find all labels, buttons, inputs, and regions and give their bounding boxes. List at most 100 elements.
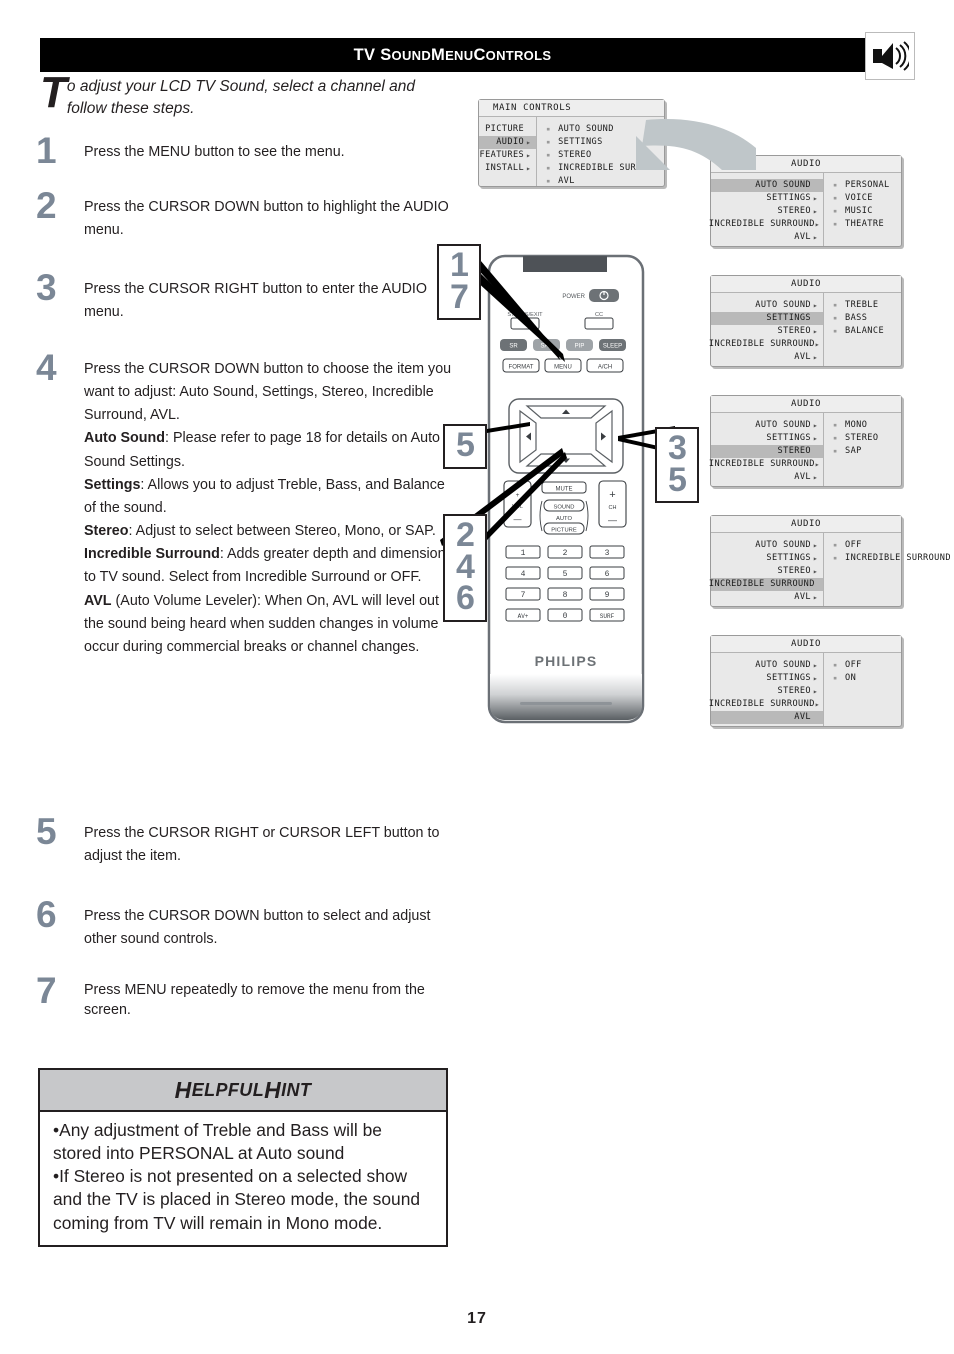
osd-item-label: AVL xyxy=(794,592,811,602)
osd-subitem[interactable]: ▪ MONO xyxy=(833,419,901,432)
osd-subitem-label: MUSIC xyxy=(845,206,873,216)
osd-item-stereo[interactable]: STEREO ▸ xyxy=(711,685,823,698)
page-header-bar: TV S OUND M ENU C ONTROLS xyxy=(40,38,865,72)
osd-subitem[interactable]: ▪ BASS xyxy=(833,312,901,325)
chevron-right-icon: ▸ xyxy=(812,207,819,216)
osd-subitem-label: STEREO xyxy=(558,150,592,160)
chevron-right-icon xyxy=(811,445,820,458)
osd-item-label: AVL xyxy=(794,232,811,242)
helpful-hint-box: H ELPFUL H INT •Any adjustment of Treble a… xyxy=(38,1068,448,1247)
osd-right-column: ▪ MONO ▪ STEREO ▪ SAP xyxy=(823,413,901,486)
callout-line: 6 xyxy=(456,579,475,618)
osd-item-label: AUTO SOUND xyxy=(755,540,811,550)
chevron-right-icon: ▸ xyxy=(525,164,532,173)
bullet-icon: ▪ xyxy=(833,181,838,189)
osd-subitem[interactable]: ▪ ON xyxy=(833,672,901,685)
osd-subitem-label: TREBLE xyxy=(845,300,879,310)
bullet-icon: ▪ xyxy=(546,151,551,159)
osd-subitem[interactable]: ▪ VOICE xyxy=(833,192,901,205)
osd-item-label: SETTINGS xyxy=(766,193,811,203)
osd-item-label: PICTURE xyxy=(485,124,525,134)
osd-item-picture[interactable]: PICTURE xyxy=(479,123,536,136)
page-number: 17 xyxy=(467,1310,487,1327)
chevron-right-icon: ▸ xyxy=(814,460,820,469)
osd-item-incredible-surround[interactable]: INCREDIBLE SURROUND ▸ xyxy=(708,698,823,711)
osd-item-label: INSTALL xyxy=(485,163,525,173)
osd-subitem[interactable]: ▪ SAP xyxy=(833,445,901,458)
osd-item-label: STEREO xyxy=(777,206,811,216)
osd-subitem[interactable]: ▪ STEREO xyxy=(833,432,901,445)
osd-item-label: AUDIO xyxy=(496,137,525,147)
osd-item-label: SETTINGS xyxy=(766,433,811,443)
osd-subitem-label: AVL xyxy=(558,176,575,186)
osd-subitem-label: OFF xyxy=(845,540,862,550)
intro-paragraph: To adjust your LCD TV Sound, select a ch… xyxy=(40,71,450,120)
osd-item-settings[interactable]: SETTINGS ▸ xyxy=(711,672,823,685)
osd-subitem-label: BASS xyxy=(845,313,868,323)
bullet-icon: ▪ xyxy=(833,314,838,322)
osd-item-auto-sound[interactable]: AUTO SOUND ▸ xyxy=(711,659,823,672)
osd-subitem[interactable]: ▪ BALANCE xyxy=(833,325,901,338)
bullet-icon: ▪ xyxy=(833,327,838,335)
callout-1-7: 1 7 xyxy=(437,244,481,321)
osd-left-column: AUTO SOUND ▸ SETTINGS ▸ STEREO ▸ INCREDIBLE SU… xyxy=(708,653,823,726)
osd-item-features[interactable]: FEATURES ▸ xyxy=(479,149,536,162)
chevron-right-icon: ▸ xyxy=(814,340,820,349)
osd-subitem[interactable]: ▪ OFF xyxy=(833,659,901,672)
intro-text: o adjust your LCD TV Sound, select a cha… xyxy=(66,78,415,117)
osd-subitem-label: MONO xyxy=(845,420,868,430)
osd-subitem[interactable]: ▪ TREBLE xyxy=(833,299,901,312)
osd-subitem[interactable]: ▪ PERSONAL xyxy=(833,179,901,192)
chevron-right-icon: ▸ xyxy=(812,593,819,602)
osd-item-label: STEREO xyxy=(777,326,811,336)
osd-subitem[interactable]: ▪ OFF xyxy=(833,539,951,552)
osd-subitem-label: SETTINGS xyxy=(558,137,603,147)
bullet-icon: ▪ xyxy=(833,301,838,309)
callout-line: 1 xyxy=(450,246,469,284)
helpful-hint-title: H ELPFUL H INT xyxy=(40,1070,446,1112)
osd-audio-settings[interactable]: AUDIO AUTO SOUND ▸ SETTINGS STEREO ▸ INCREDIB… xyxy=(709,275,902,367)
callout-line: 7 xyxy=(450,277,469,316)
bullet-icon: ▪ xyxy=(546,138,551,146)
chevron-right-icon: ▸ xyxy=(812,674,819,683)
step-5: 5 Press the CURSOR RIGHT or CURSOR LEFT … xyxy=(36,813,456,868)
bullet-icon: ▪ xyxy=(833,421,838,429)
osd-subitem[interactable]: ▪ MUSIC xyxy=(833,205,901,218)
callout-line: 5 xyxy=(456,426,475,464)
osd-subitem-label: STEREO xyxy=(845,433,879,443)
osd-item-label: FEATURES xyxy=(479,150,525,160)
osd-title: AUDIO xyxy=(711,636,901,653)
osd-item-label: INCREDIBLE SURROUND xyxy=(708,699,815,709)
osd-right-column: ▪ OFF ▪ INCREDIBLE SURROUND xyxy=(823,533,951,606)
osd-subitem-label: VOICE xyxy=(845,193,873,203)
manual-page: TV S OUND M ENU C ONTROLS To adjust your LC… xyxy=(0,0,954,1354)
osd-audio-stereo[interactable]: AUDIO AUTO SOUND ▸ SETTINGS ▸ STEREO INCREDIB… xyxy=(709,395,902,487)
chevron-right-icon: ▸ xyxy=(525,138,532,147)
osd-subitem[interactable]: ▪ INCREDIBLE SURROUND xyxy=(833,552,951,565)
callout-line: 3 xyxy=(668,429,687,467)
osd-item-label: SETTINGS xyxy=(766,553,811,563)
osd-subitem[interactable]: ▪ THEATRE xyxy=(833,218,901,231)
bullet-icon: ▪ xyxy=(833,661,838,669)
osd-item-label: AUTO SOUND xyxy=(755,660,811,670)
chevron-right-icon xyxy=(811,179,820,192)
osd-item-audio[interactable]: AUDIO ▸ xyxy=(479,136,537,149)
chevron-right-icon: ▸ xyxy=(812,327,819,336)
osd-subitem-label: THEATRE xyxy=(845,219,885,229)
osd-body: AUTO SOUND ▸ SETTINGS ▸ STEREO ▸ INCREDIBLE SU… xyxy=(708,653,901,726)
chevron-right-icon xyxy=(811,711,820,724)
osd-item-avl[interactable]: AVL xyxy=(711,711,823,724)
osd-item-label: STEREO xyxy=(777,566,811,576)
chevron-right-icon: ▸ xyxy=(812,301,819,310)
speaker-sound-icon xyxy=(865,32,915,80)
osd-audio-avl[interactable]: AUDIO AUTO SOUND ▸ SETTINGS ▸ STEREO ▸ INCREDIB… xyxy=(708,635,902,727)
osd-right-column: ▪ OFF ▪ ON xyxy=(823,653,901,726)
osd-subitem-label: AUTO SOUND xyxy=(558,124,614,134)
osd-item-label: AVL xyxy=(794,352,811,362)
bullet-icon: ▪ xyxy=(833,447,838,455)
callout-2-4-6: 2 4 6 xyxy=(443,514,487,622)
osd-audio-incredible-surround[interactable]: AUDIO AUTO SOUND ▸ SETTINGS ▸ STEREO ▸ INCREDIB… xyxy=(709,515,951,607)
osd-subitem-label: OFF xyxy=(845,660,862,670)
osd-item-install[interactable]: INSTALL ▸ xyxy=(479,162,536,175)
step-2: 2 Press the CURSOR DOWN button to highli… xyxy=(36,187,456,242)
